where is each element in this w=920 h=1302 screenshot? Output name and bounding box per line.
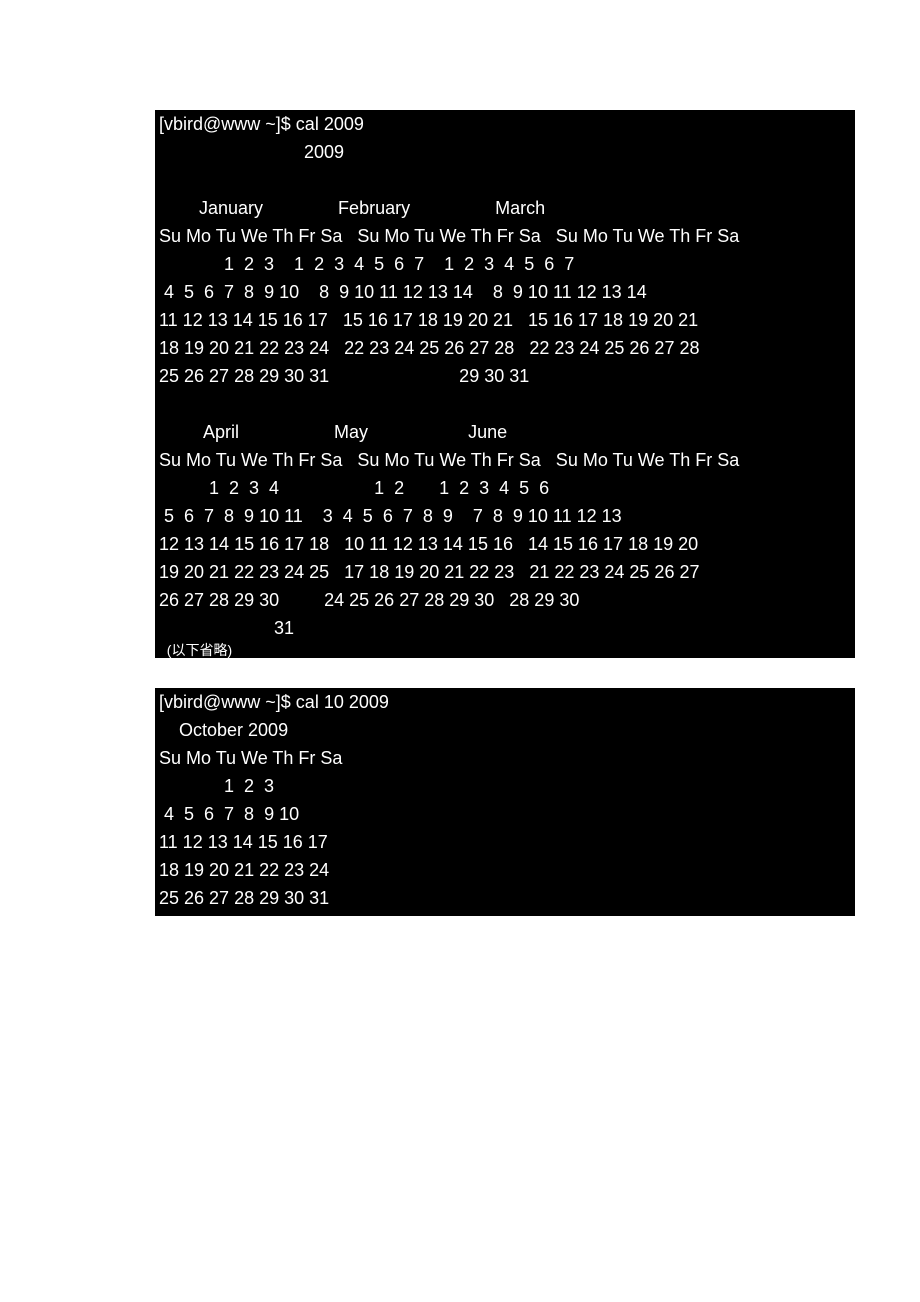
single-month-week4: 18 19 20 21 22 23 24 xyxy=(159,856,851,884)
month-row2-week1: 1 2 3 4 1 2 1 2 3 4 5 6 xyxy=(159,474,851,502)
month-row2-dayheader: Su Mo Tu We Th Fr Sa Su Mo Tu We Th Fr S… xyxy=(159,446,851,474)
month-row1-dayheader: Su Mo Tu We Th Fr Sa Su Mo Tu We Th Fr S… xyxy=(159,222,851,250)
shell-prompt-1[interactable]: [vbird@www ~]$ cal 2009 xyxy=(159,110,851,138)
month-row2-week4: 19 20 21 22 23 24 25 17 18 19 20 21 22 2… xyxy=(159,558,851,586)
output-truncated-note: (以下省略) xyxy=(159,642,851,658)
single-month-title: October 2009 xyxy=(159,716,851,744)
shell-prompt-2[interactable]: [vbird@www ~]$ cal 10 2009 xyxy=(159,688,851,716)
blank-line xyxy=(159,390,851,418)
month-row2-week5: 26 27 28 29 30 24 25 26 27 28 29 30 28 2… xyxy=(159,586,851,614)
month-row1-week5: 25 26 27 28 29 30 31 29 30 31 xyxy=(159,362,851,390)
block-gap xyxy=(0,658,920,688)
month-row1-week2: 4 5 6 7 8 9 10 8 9 10 11 12 13 14 8 9 10… xyxy=(159,278,851,306)
terminal-output-1: [vbird@www ~]$ cal 2009 2009 January Feb… xyxy=(155,110,855,658)
single-month-week1: 1 2 3 xyxy=(159,772,851,800)
month-row2-titles: April May June xyxy=(159,418,851,446)
month-row1-week3: 11 12 13 14 15 16 17 15 16 17 18 19 20 2… xyxy=(159,306,851,334)
terminal-output-2: [vbird@www ~]$ cal 10 2009 October 2009 … xyxy=(155,688,855,916)
month-row2-week3: 12 13 14 15 16 17 18 10 11 12 13 14 15 1… xyxy=(159,530,851,558)
month-row1-week1: 1 2 3 1 2 3 4 5 6 7 1 2 3 4 5 6 7 xyxy=(159,250,851,278)
single-month-week3: 11 12 13 14 15 16 17 xyxy=(159,828,851,856)
cal-year-title: 2009 xyxy=(159,138,851,166)
month-row1-week4: 18 19 20 21 22 23 24 22 23 24 25 26 27 2… xyxy=(159,334,851,362)
single-month-week5: 25 26 27 28 29 30 31 xyxy=(159,884,851,912)
blank-line xyxy=(159,166,851,194)
month-row2-week6: 31 xyxy=(159,614,851,642)
month-row2-week2: 5 6 7 8 9 10 11 3 4 5 6 7 8 9 7 8 9 10 1… xyxy=(159,502,851,530)
month-row1-titles: January February March xyxy=(159,194,851,222)
single-month-week2: 4 5 6 7 8 9 10 xyxy=(159,800,851,828)
single-month-dayheader: Su Mo Tu We Th Fr Sa xyxy=(159,744,851,772)
